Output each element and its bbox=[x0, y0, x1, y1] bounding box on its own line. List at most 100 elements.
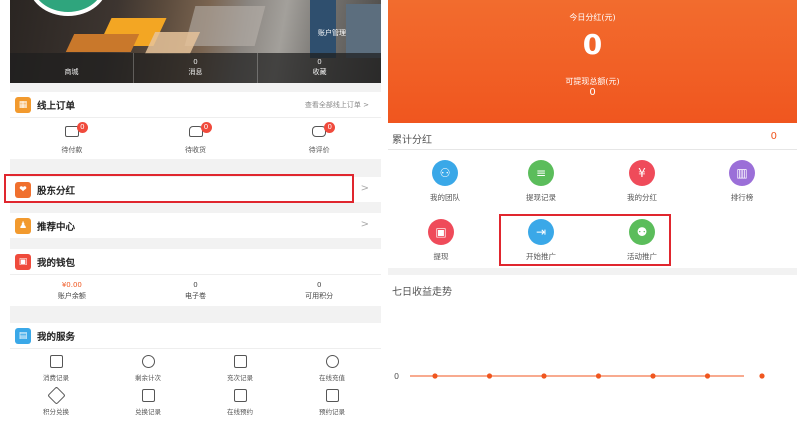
recommend-center-row[interactable]: ♟ 推荐中心 > bbox=[10, 213, 381, 238]
highlight-box bbox=[499, 214, 671, 266]
exchange-icon bbox=[141, 389, 155, 402]
account-manage-link[interactable]: 账户管理 bbox=[318, 28, 346, 38]
service-booking-record[interactable]: 预约记录 bbox=[286, 389, 378, 416]
card-icon bbox=[233, 355, 247, 368]
service-online-booking[interactable]: 在线预约 bbox=[194, 389, 286, 416]
list-icon bbox=[325, 389, 339, 402]
today-dividend-label: 今日分红(元) bbox=[569, 13, 616, 22]
withdrawable-value: 0 bbox=[589, 87, 596, 98]
dividend-summary-header: 今日分红(元) 0 可提现总额(元) 0 bbox=[388, 0, 797, 123]
service-exchange-record[interactable]: 兑换记录 bbox=[102, 389, 194, 416]
tag-icon bbox=[46, 386, 66, 405]
service-recharge-times-record[interactable]: 充次记录 bbox=[194, 355, 286, 382]
trend-point bbox=[650, 373, 656, 379]
order-badge: 0 bbox=[76, 122, 88, 133]
order-pending-payment[interactable]: 0 待付款 bbox=[10, 118, 134, 159]
order-pending-receipt[interactable]: 0 待收货 bbox=[134, 118, 258, 159]
yen-icon bbox=[325, 355, 339, 368]
order-status-row: 0 待付款 0 待收货 0 待评价 bbox=[10, 117, 381, 159]
section-divider bbox=[388, 268, 797, 275]
grid-withdraw-record[interactable]: ≡ 提现记录 bbox=[506, 160, 576, 203]
stat-label: 商城 bbox=[64, 68, 79, 76]
wallet-section: ▣ 我的钱包 ¥0.00 账户余额 0 电子卷 0 可用积分 bbox=[10, 249, 381, 306]
chart-icon bbox=[233, 389, 247, 402]
order-label: 待付款 bbox=[61, 146, 83, 154]
service-label: 在线充值 bbox=[319, 374, 345, 382]
service-label: 消费记录 bbox=[43, 374, 69, 382]
record-icon: ≡ bbox=[528, 160, 554, 186]
order-pending-review[interactable]: 0 待评价 bbox=[257, 118, 381, 159]
trend-point bbox=[432, 373, 438, 379]
grid-ranking[interactable]: ▥ 排行榜 bbox=[707, 160, 777, 203]
team-icon: ⚇ bbox=[432, 160, 458, 186]
wallet-header[interactable]: ▣ 我的钱包 bbox=[10, 249, 381, 274]
accumulated-label: 累计分红 bbox=[392, 135, 432, 146]
wallet-balance[interactable]: ¥0.00 账户余额 bbox=[10, 275, 134, 306]
avatar[interactable] bbox=[28, 0, 108, 16]
wallet-points[interactable]: 0 可用积分 bbox=[257, 275, 381, 306]
withdrawable-label: 可提现总额(元) bbox=[565, 77, 620, 86]
services-header[interactable]: ▤ 我的服务 bbox=[10, 323, 381, 348]
ranking-icon: ▥ bbox=[729, 160, 755, 186]
wallet-label: 电子卷 bbox=[185, 292, 206, 300]
stat-value: 0 bbox=[193, 58, 198, 66]
service-label: 兑换记录 bbox=[135, 408, 161, 416]
order-badge: 0 bbox=[200, 122, 212, 133]
wallet-title: 我的钱包 bbox=[37, 257, 76, 269]
trend-point bbox=[759, 373, 765, 379]
grid-withdraw[interactable]: ▣ 提现 bbox=[406, 219, 476, 262]
stat-messages[interactable]: 0 消息 bbox=[134, 53, 258, 83]
stat-favorites[interactable]: 0 收藏 bbox=[258, 53, 381, 83]
order-label: 待评价 bbox=[308, 146, 330, 154]
services-title: 我的服务 bbox=[37, 331, 76, 343]
y-tick-label: 0 bbox=[394, 372, 399, 381]
service-remaining-times[interactable]: 剩余计次 bbox=[102, 355, 194, 382]
wallet-e-voucher[interactable]: 0 电子卷 bbox=[134, 275, 258, 306]
service-label: 积分兑换 bbox=[43, 408, 69, 416]
stat-label: 收藏 bbox=[312, 68, 327, 76]
seven-day-trend-chart: 0 bbox=[394, 372, 765, 381]
yen-icon: ¥ bbox=[629, 160, 655, 186]
grid-label: 提现 bbox=[433, 252, 449, 261]
stat-label: 消息 bbox=[188, 68, 203, 76]
wallet-icon: ▣ bbox=[15, 253, 31, 270]
dividend-panel: 今日分红(元) 0 可提现总额(元) 0 累计分红 0 ⚇ 我的团队 ≡ 提现记… bbox=[388, 0, 797, 426]
member-center-panel: 账户管理 商城 0 消息 0 收藏 ▦ 线上订单 查看全部线上订单 > 0 待付… bbox=[10, 0, 381, 426]
view-all-orders-link[interactable]: 查看全部线上订单 > bbox=[305, 100, 369, 110]
person-icon: ♟ bbox=[15, 217, 31, 234]
wallet-icon: ▣ bbox=[428, 219, 454, 245]
order-badge: 0 bbox=[324, 122, 336, 133]
wallet-value: ¥0.00 bbox=[61, 281, 82, 289]
grid-my-team[interactable]: ⚇ 我的团队 bbox=[410, 160, 480, 203]
grid-label: 提现记录 bbox=[526, 193, 556, 202]
highlight-box bbox=[4, 174, 354, 203]
accumulated-value: 0 bbox=[770, 131, 777, 142]
trend-point bbox=[541, 373, 547, 379]
orders-header[interactable]: ▦ 线上订单 查看全部线上订单 > bbox=[10, 92, 381, 117]
background-image bbox=[184, 6, 266, 46]
wallet-label: 可用积分 bbox=[305, 292, 334, 300]
service-consume-record[interactable]: 消费记录 bbox=[10, 355, 102, 382]
background-image bbox=[65, 34, 140, 52]
service-label: 在线预约 bbox=[227, 408, 253, 416]
stat-mall[interactable]: 商城 bbox=[10, 53, 134, 83]
grid-label: 排行榜 bbox=[730, 193, 754, 202]
calendar-icon: ▦ bbox=[15, 96, 31, 113]
trend-point bbox=[486, 373, 493, 379]
recommend-title: 推荐中心 bbox=[37, 221, 76, 233]
receipt-icon bbox=[49, 355, 63, 368]
chevron-right-icon: > bbox=[360, 219, 369, 230]
grid-my-dividend[interactable]: ¥ 我的分红 bbox=[607, 160, 677, 203]
today-dividend-value: 0 bbox=[582, 28, 603, 61]
service-online-recharge[interactable]: 在线充值 bbox=[286, 355, 378, 382]
recommend-header[interactable]: ♟ 推荐中心 > bbox=[10, 213, 381, 238]
service-points-exchange[interactable]: 积分兑换 bbox=[10, 386, 102, 416]
background-image bbox=[144, 32, 201, 54]
orders-section: ▦ 线上订单 查看全部线上订单 > 0 待付款 0 待收货 0 待评价 bbox=[10, 92, 381, 159]
trend-point bbox=[595, 373, 602, 379]
clock-icon bbox=[141, 355, 155, 368]
service-label: 预约记录 bbox=[319, 408, 345, 416]
stat-value: 0 bbox=[317, 58, 322, 66]
stats-bar: 商城 0 消息 0 收藏 bbox=[10, 53, 381, 83]
chevron-right-icon: > bbox=[360, 183, 369, 194]
